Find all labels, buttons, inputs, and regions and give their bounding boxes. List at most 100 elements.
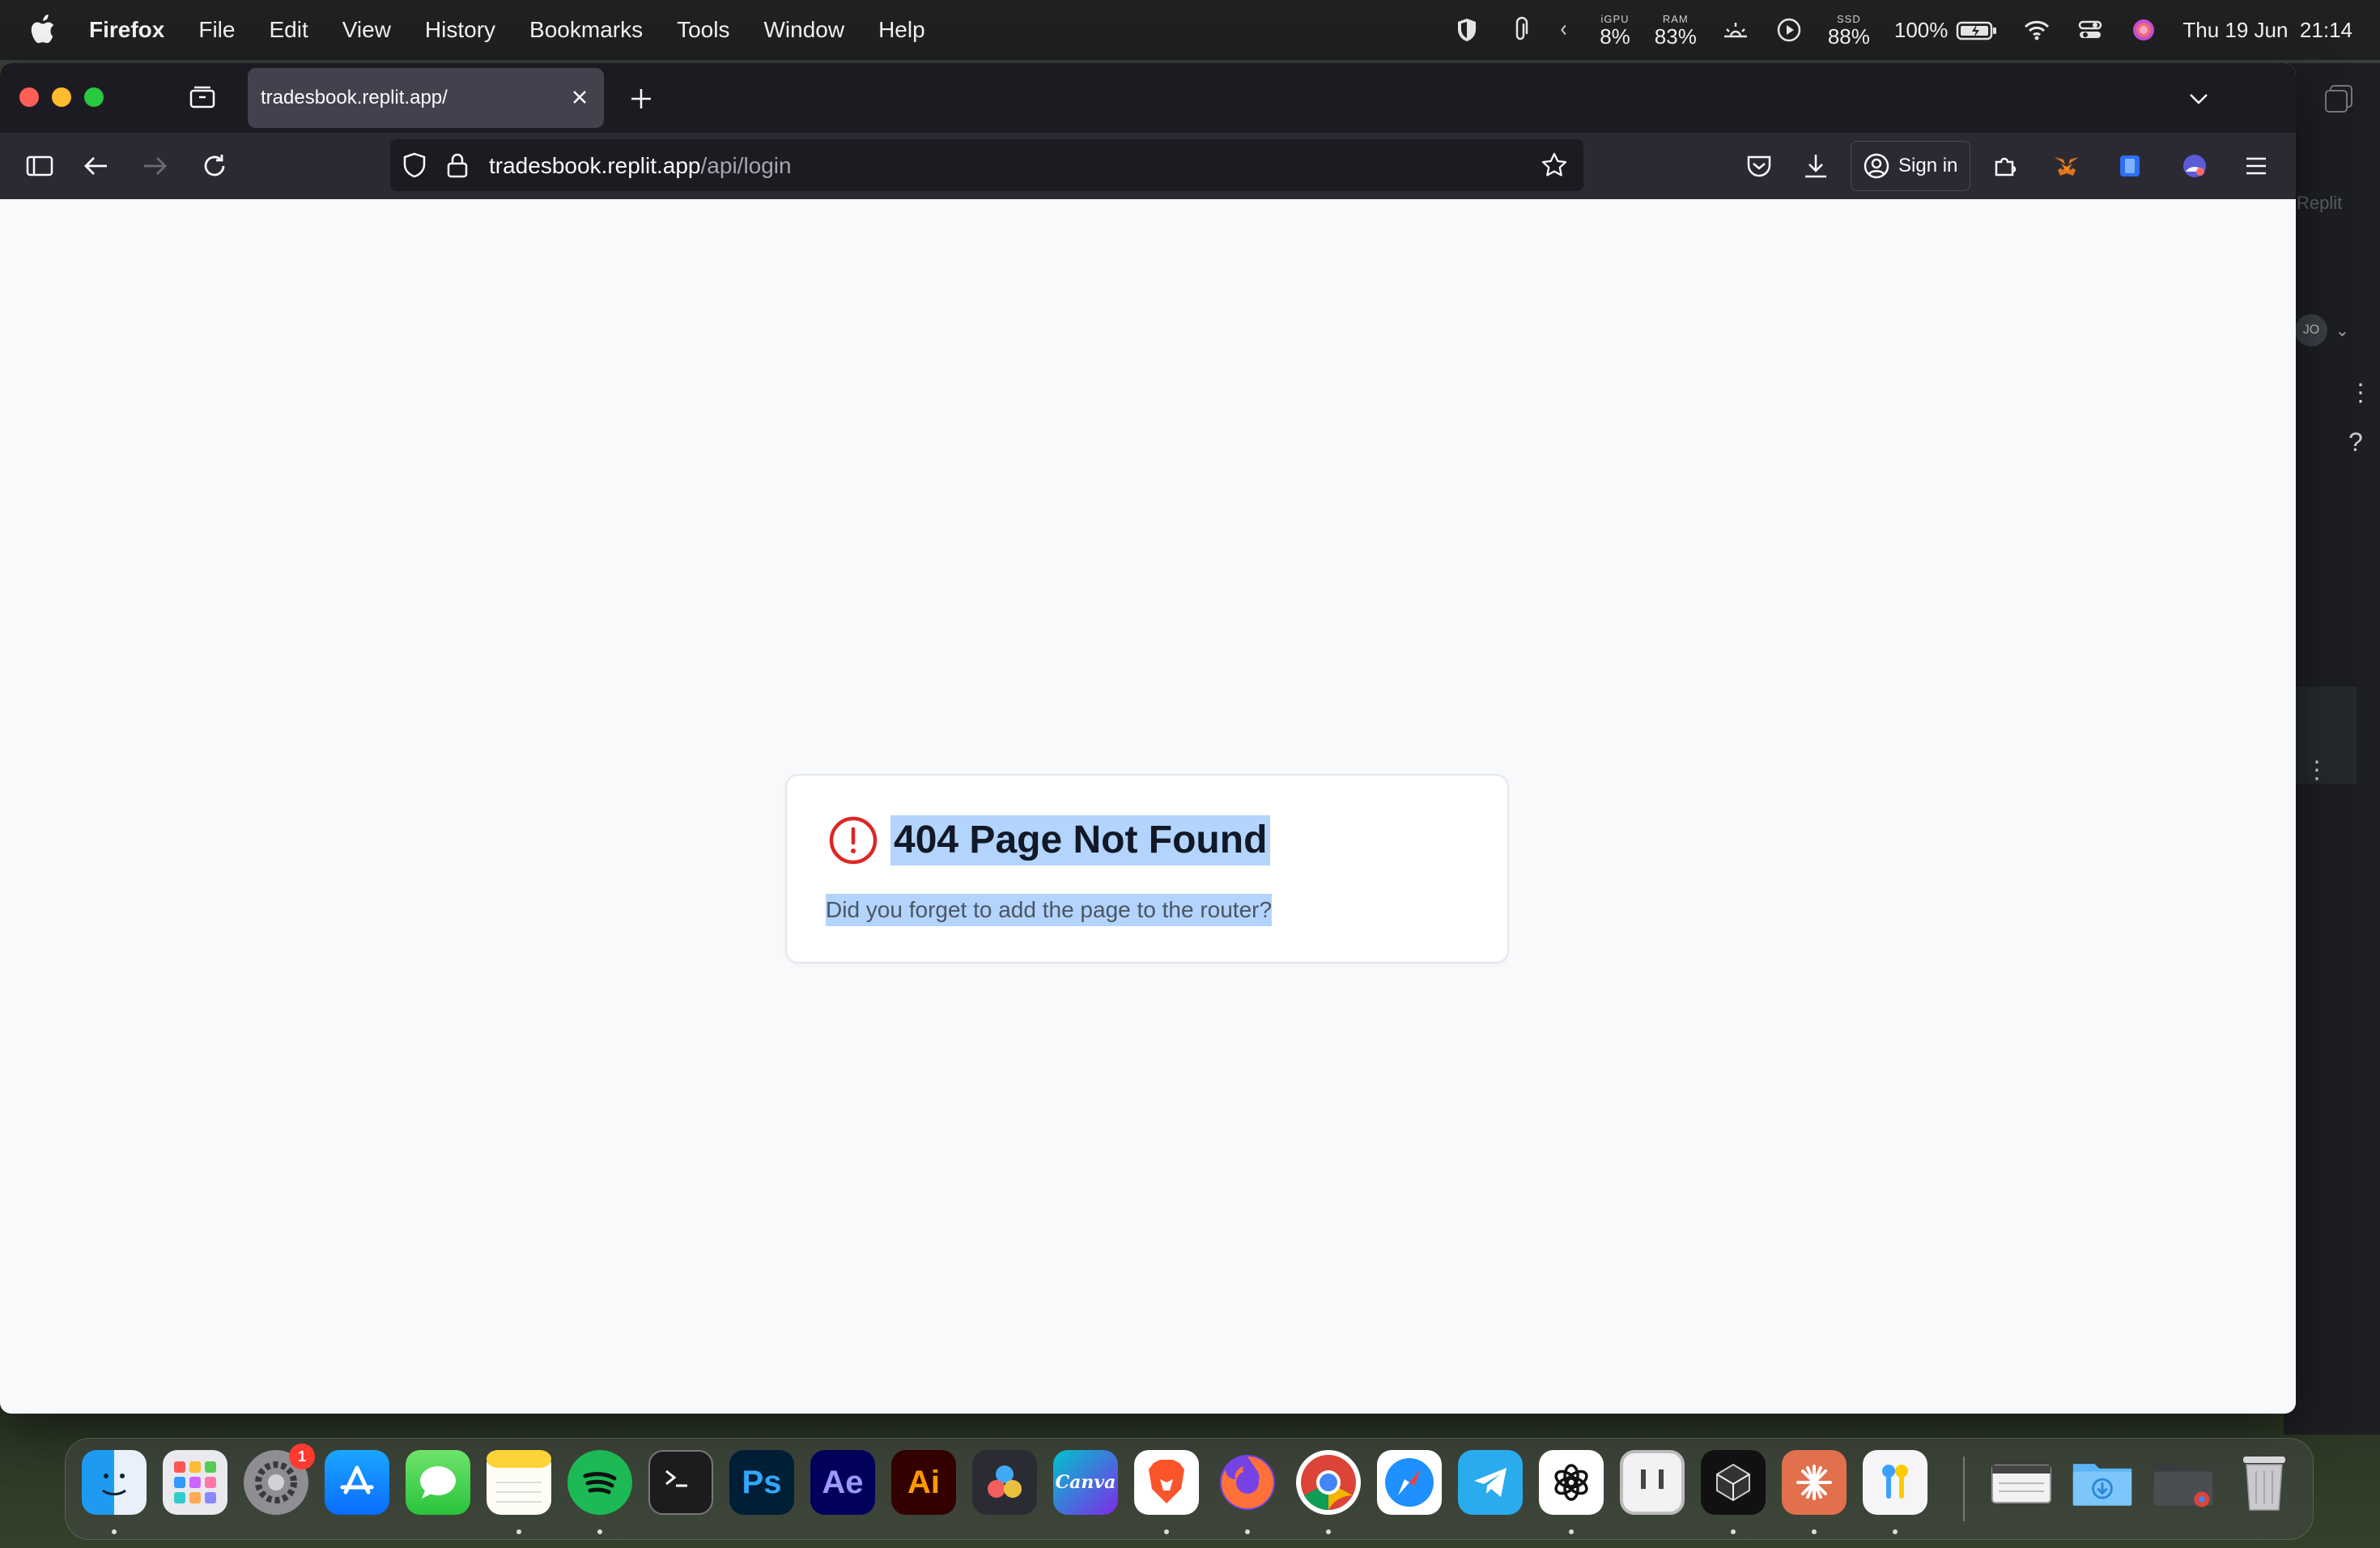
tracking-protection-shield-icon[interactable] bbox=[400, 151, 429, 180]
brave-icon[interactable] bbox=[1134, 1450, 1199, 1515]
keychain-icon[interactable] bbox=[1863, 1450, 1927, 1515]
pocket-icon[interactable] bbox=[1742, 149, 1776, 183]
running-indicator bbox=[1164, 1529, 1169, 1534]
ssd-stat[interactable]: SSD 88% bbox=[1828, 14, 1870, 47]
window-close-button[interactable] bbox=[19, 87, 39, 107]
downloads-folder-icon[interactable] bbox=[2070, 1450, 2135, 1515]
list-all-tabs-icon[interactable] bbox=[2182, 83, 2215, 115]
messages-icon[interactable] bbox=[406, 1450, 470, 1515]
menu-window[interactable]: Window bbox=[763, 17, 844, 43]
running-indicator bbox=[1569, 1529, 1574, 1534]
bitwarden-extension-icon[interactable] bbox=[2113, 149, 2147, 183]
sunrise-icon[interactable] bbox=[1721, 15, 1750, 45]
firefox-icon[interactable] bbox=[1215, 1450, 1280, 1515]
battery-percent[interactable]: 100% bbox=[1894, 18, 1949, 43]
running-indicator bbox=[597, 1529, 602, 1534]
avatar[interactable]: JO bbox=[2295, 314, 2327, 347]
battery-charging-icon[interactable] bbox=[1956, 15, 1998, 45]
shield-status-icon[interactable] bbox=[1452, 15, 1481, 45]
ram-stat[interactable]: RAM 83% bbox=[1655, 14, 1697, 47]
scanner-icon[interactable] bbox=[1989, 1450, 2054, 1515]
background-window[interactable]: Replit JO ⌄ ⋮ ? ⋮ bbox=[2283, 63, 2380, 1435]
alert-circle-icon bbox=[829, 816, 878, 865]
chevron-down-icon[interactable]: ⌄ bbox=[2335, 321, 2349, 341]
navigation-toolbar: tradesbook.replit.app/api/login Sign in bbox=[0, 133, 2296, 199]
tab-active[interactable]: tradesbook.replit.app/ bbox=[248, 68, 604, 128]
telegram-icon[interactable] bbox=[1458, 1450, 1523, 1515]
page-title: 404 Page Not Found bbox=[890, 815, 1271, 865]
wifi-icon[interactable] bbox=[2022, 15, 2051, 45]
macos-menubar: Firefox File Edit View History Bookmarks… bbox=[0, 0, 2380, 60]
lock-icon[interactable] bbox=[444, 151, 471, 180]
url-text[interactable]: tradesbook.replit.app/api/login bbox=[489, 153, 792, 179]
spotify-icon[interactable] bbox=[567, 1450, 632, 1515]
menu-tools[interactable]: Tools bbox=[677, 17, 729, 43]
illustrator-icon[interactable]: Ai bbox=[891, 1450, 956, 1515]
help-icon[interactable]: ? bbox=[2348, 427, 2363, 457]
canva-label: Canva bbox=[1055, 1472, 1116, 1493]
extensions-puzzle-icon[interactable] bbox=[1988, 149, 2022, 183]
menu-help[interactable]: Help bbox=[878, 17, 925, 43]
menu-bookmarks[interactable]: Bookmarks bbox=[529, 17, 643, 43]
menu-view[interactable]: View bbox=[342, 17, 391, 43]
cursor-icon[interactable] bbox=[1701, 1450, 1766, 1515]
canva-icon[interactable]: Canva bbox=[1053, 1450, 1118, 1515]
launchpad-icon[interactable] bbox=[163, 1450, 227, 1515]
back-arrow-icon[interactable] bbox=[79, 149, 113, 183]
address-bar[interactable]: tradesbook.replit.app/api/login bbox=[390, 139, 1583, 191]
app-store-icon[interactable] bbox=[325, 1450, 389, 1515]
chatgpt-icon[interactable] bbox=[1539, 1450, 1604, 1515]
ram-value: 83% bbox=[1654, 23, 1697, 49]
menu-edit[interactable]: Edit bbox=[269, 17, 308, 43]
after-effects-icon[interactable]: Ae bbox=[810, 1450, 875, 1515]
menubar-clock[interactable]: Thu 19 Jun 21:14 bbox=[2182, 18, 2352, 43]
reload-icon[interactable] bbox=[198, 149, 232, 183]
menu-app-name[interactable]: Firefox bbox=[89, 17, 164, 43]
photoshop-label: Ps bbox=[742, 1464, 782, 1500]
notes-icon[interactable] bbox=[487, 1450, 551, 1515]
photoshop-icon[interactable]: Ps bbox=[729, 1450, 794, 1515]
play-circle-icon[interactable] bbox=[1774, 15, 1804, 45]
url-host: tradesbook.replit.app bbox=[489, 153, 701, 178]
chevron-left-icon[interactable] bbox=[1559, 15, 1575, 45]
bookmark-star-icon[interactable] bbox=[1540, 151, 1569, 180]
control-center-icon[interactable] bbox=[2076, 15, 2105, 45]
davinci-resolve-icon[interactable] bbox=[972, 1450, 1037, 1515]
new-tab-icon[interactable] bbox=[625, 83, 657, 115]
igpu-stat[interactable]: iGPU 8% bbox=[1600, 14, 1630, 47]
apple-menu-icon[interactable] bbox=[29, 15, 57, 45]
panel-more-icon[interactable]: ⋮ bbox=[2305, 756, 2329, 785]
profile-avatar-extension-icon[interactable] bbox=[2178, 149, 2212, 183]
pastebot-icon[interactable] bbox=[1620, 1450, 1685, 1515]
window-maximize-button[interactable] bbox=[84, 87, 104, 107]
window-minimize-button[interactable] bbox=[52, 87, 71, 107]
claude-icon[interactable] bbox=[1782, 1450, 1847, 1515]
close-tab-icon[interactable] bbox=[567, 84, 593, 110]
siri-icon[interactable] bbox=[2129, 15, 2158, 45]
downloads-icon[interactable] bbox=[1799, 149, 1833, 183]
chrome-icon[interactable] bbox=[1296, 1450, 1361, 1515]
menu-file[interactable]: File bbox=[198, 17, 235, 43]
trash-icon[interactable] bbox=[2232, 1450, 2297, 1515]
sign-in-button[interactable]: Sign in bbox=[1851, 141, 1970, 191]
page-viewport: 404 Page Not Found Did you forget to add… bbox=[0, 199, 2296, 1414]
menu-history[interactable]: History bbox=[425, 17, 495, 43]
finder-icon[interactable] bbox=[82, 1450, 147, 1515]
running-indicator bbox=[1812, 1529, 1817, 1534]
metamask-fox-icon[interactable] bbox=[2050, 149, 2084, 183]
copy-icon[interactable] bbox=[2321, 81, 2357, 117]
paperclip-icon[interactable] bbox=[1506, 15, 1535, 45]
hamburger-menu-icon[interactable] bbox=[2239, 149, 2273, 183]
system-settings-icon[interactable]: 1 bbox=[244, 1444, 315, 1515]
chrome-apps-folder-icon[interactable] bbox=[2151, 1450, 2216, 1515]
terminal-icon[interactable] bbox=[648, 1450, 713, 1515]
macos-dock: 1 Ps Ae Ai Canva bbox=[65, 1438, 2314, 1540]
safari-icon[interactable] bbox=[1377, 1450, 1442, 1515]
notification-badge: 1 bbox=[289, 1444, 315, 1469]
more-options-icon[interactable]: ⋮ bbox=[2348, 379, 2373, 407]
firefox-view-icon[interactable] bbox=[186, 81, 219, 113]
sidebar-toggle-icon[interactable] bbox=[23, 149, 57, 183]
card-header: 404 Page Not Found bbox=[827, 814, 1271, 866]
forward-arrow-icon[interactable] bbox=[138, 149, 172, 183]
after-effects-label: Ae bbox=[822, 1464, 864, 1500]
